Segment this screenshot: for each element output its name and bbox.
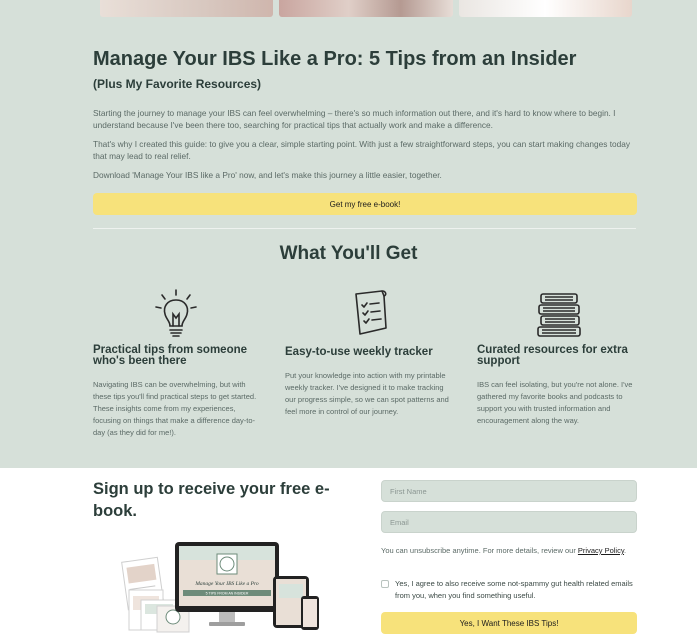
note-prefix: You can unsubscribe anytime. For more de… (381, 546, 578, 555)
lightbulb-icon (93, 288, 258, 340)
photo-bowl (458, 0, 632, 17)
note-suffix: . (624, 546, 627, 555)
ebook-cover-title: Manage Your IBS Like a Pro (194, 581, 259, 587)
photo-strawberries (279, 0, 453, 17)
consent-row[interactable]: Yes, I agree to also receive some not-sp… (381, 578, 637, 602)
features-heading: What You'll Get (279, 243, 418, 264)
intro-paragraph-3: Download 'Manage Your IBS like a Pro' no… (93, 170, 442, 180)
intro-paragraph-2: That's why I created this guide: to give… (93, 139, 630, 161)
feature-practical-tips: Practical tips from someone who's been t… (93, 288, 258, 439)
photo-notebook (100, 0, 274, 17)
get-ebook-button[interactable]: Get my free e-book! (93, 193, 637, 215)
page-title: Manage Your IBS Like a Pro: 5 Tips from … (93, 48, 577, 70)
feature-curated-resources: Curated resources for extra support IBS … (477, 288, 642, 427)
consent-checkbox[interactable] (381, 580, 389, 588)
privacy-policy-link[interactable]: Privacy Policy (578, 546, 624, 555)
ebook-mockup-image: Manage Your IBS Like a Pro 5 TIPS FROM A… (115, 540, 325, 634)
feature-title: Curated resources for extra support (477, 344, 628, 367)
signup-title: Sign up to receive your free e-book. (93, 480, 330, 520)
books-icon (477, 288, 642, 340)
feature-text: Put your knowledge into action with my p… (285, 371, 449, 416)
intro-paragraph-1: Starting the journey to manage your IBS … (93, 108, 616, 130)
feature-title: Easy-to-use weekly tracker (285, 346, 433, 358)
first-name-input[interactable] (381, 480, 637, 502)
feature-weekly-tracker: Easy-to-use weekly tracker Put your know… (285, 288, 450, 418)
divider (93, 228, 636, 229)
page-subtitle: (Plus My Favorite Resources) (93, 77, 262, 91)
unsubscribe-note: You can unsubscribe anytime. For more de… (381, 545, 639, 556)
email-input[interactable] (381, 511, 637, 533)
consent-label: Yes, I agree to also receive some not-sp… (395, 579, 633, 600)
hero-section: Manage Your IBS Like a Pro: 5 Tips from … (0, 0, 697, 468)
feature-title: Practical tips from someone who's been t… (93, 344, 248, 367)
feature-text: IBS can feel isolating, but you're not a… (477, 380, 633, 425)
ebook-cover-subtitle: 5 TIPS FROM AN INSIDER (206, 592, 249, 596)
checklist-icon (285, 288, 450, 340)
photo-strip (100, 0, 632, 17)
feature-text: Navigating IBS can be overwhelming, but … (93, 380, 257, 437)
submit-button[interactable]: Yes, I Want These IBS Tips! (381, 612, 637, 634)
